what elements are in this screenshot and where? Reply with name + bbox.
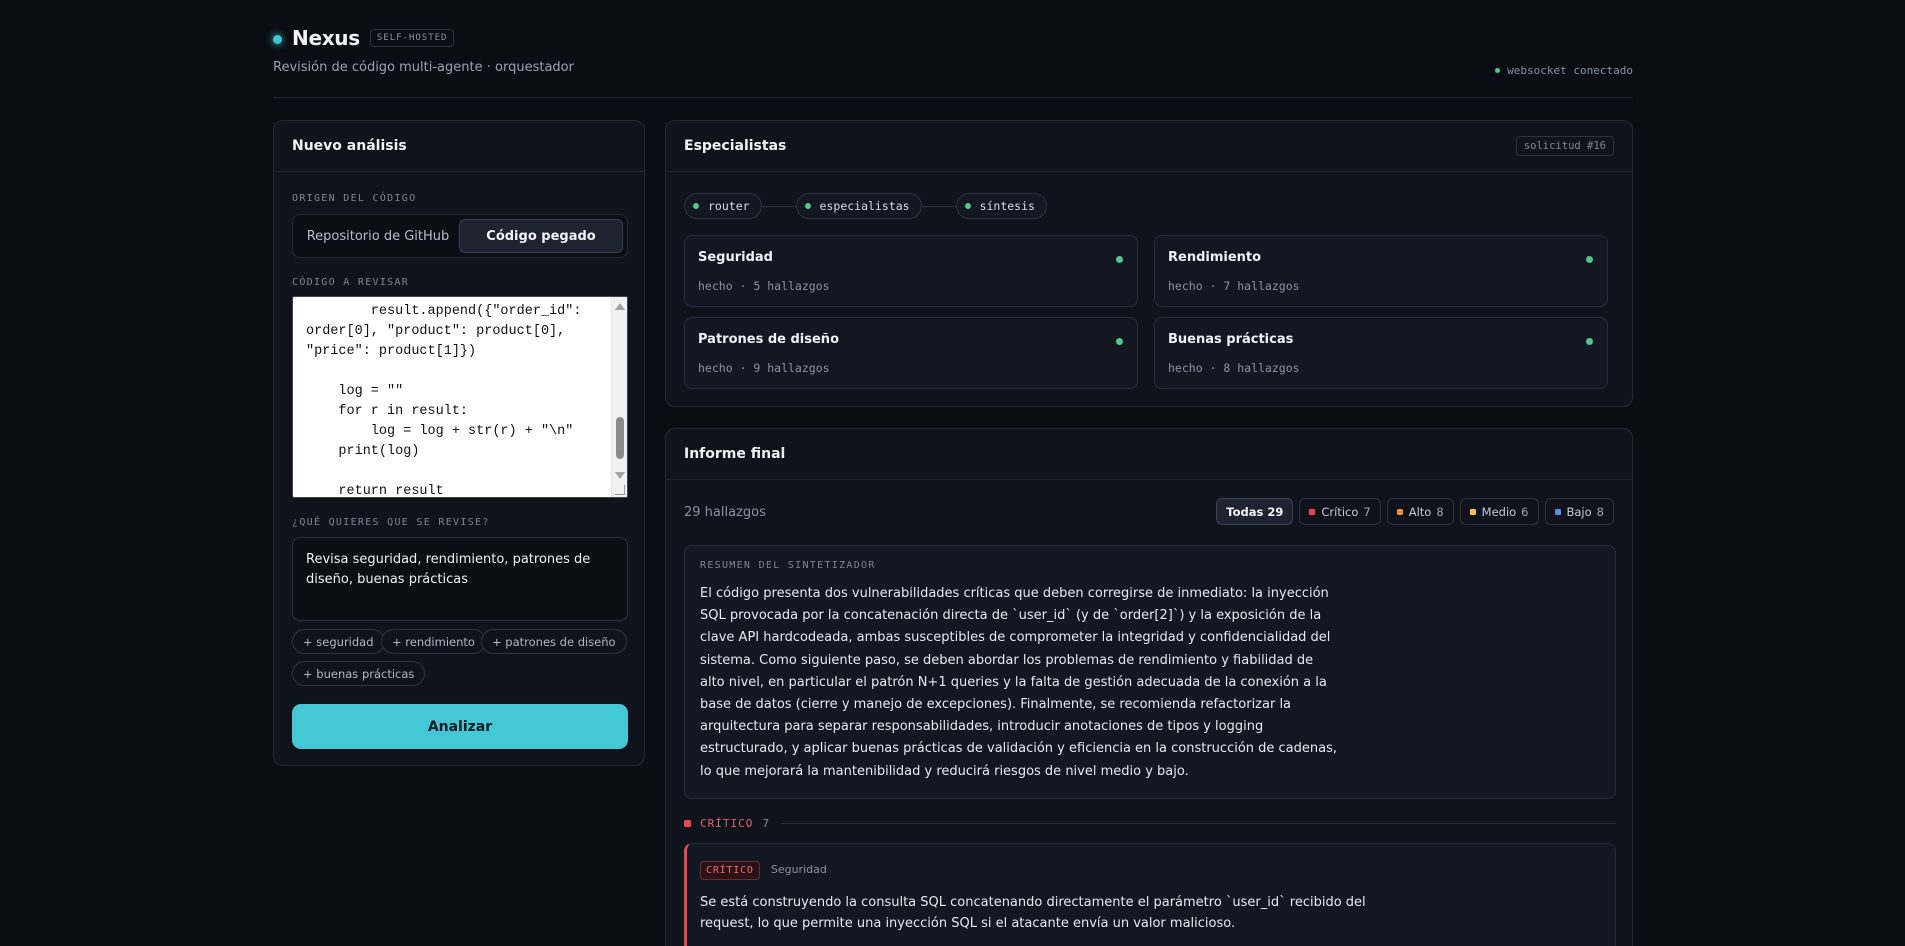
finding-category: Seguridad — [770, 863, 827, 876]
pipeline-step-label: router — [708, 199, 750, 213]
specialist-name: Patrones de diseño — [698, 332, 839, 347]
done-dot-icon — [964, 203, 971, 209]
pipeline-step-router: router — [684, 193, 762, 219]
specialist-card-rendimiento[interactable]: Rendimiento hecho · 7 hallazgos — [1154, 235, 1608, 307]
final-report-title: Informe final — [684, 446, 786, 462]
chip-seguridad[interactable]: + seguridad — [292, 629, 385, 654]
filter-critical-button[interactable]: Crítico 7 — [1299, 498, 1381, 525]
resize-handle-icon[interactable] — [615, 485, 625, 495]
done-dot-icon — [1116, 338, 1123, 345]
filter-label: Crítico — [1321, 504, 1359, 519]
summary-label: RESUMEN DEL SINTETIZADOR — [700, 560, 876, 571]
chip-rendimiento[interactable]: + rendimiento — [381, 629, 486, 654]
high-square-icon — [1396, 508, 1403, 515]
severity-filters: Todas 29 Crítico 7 Alto 8 Medio 6 Bajo 8 — [1216, 498, 1614, 525]
severity-group-critical: CRÍTICO 7 — [684, 817, 1616, 830]
analyze-button[interactable]: Analizar — [292, 704, 628, 749]
filter-count: 6 — [1521, 504, 1529, 519]
done-dot-icon — [1586, 338, 1593, 345]
specialist-status: hecho · 7 hallazgos — [1168, 279, 1300, 293]
specialists-title: Especialistas — [684, 138, 787, 154]
synthesizer-summary: RESUMEN DEL SINTETIZADOR El código prese… — [684, 545, 1616, 799]
done-dot-icon — [1116, 256, 1123, 263]
filter-count: 7 — [1363, 504, 1371, 519]
chip-patrones-diseno[interactable]: + patrones de diseño — [481, 629, 627, 654]
divider — [780, 823, 1616, 824]
connection-dot-icon — [1495, 68, 1501, 73]
app-name: Nexus — [292, 26, 360, 50]
new-analysis-title: Nuevo análisis — [292, 138, 407, 154]
severity-group-count: 7 — [762, 817, 769, 830]
pipeline-connector — [919, 205, 958, 207]
filter-label: Todas — [1226, 504, 1264, 519]
specialist-status: hecho · 5 hallazgos — [698, 279, 830, 293]
request-id-tag: solicitud #16 — [1515, 136, 1614, 156]
summary-text: El código presenta dos vulnerabilidades … — [700, 586, 1338, 779]
medium-square-icon — [1469, 508, 1476, 515]
done-dot-icon — [1586, 256, 1593, 263]
filter-count: 8 — [1436, 504, 1444, 519]
app-header: Nexus SELF-HOSTED Revisión de código mul… — [273, 26, 1633, 98]
source-label: ORIGEN DEL CÓDIGO — [292, 193, 417, 204]
filter-count: 29 — [1267, 504, 1284, 519]
source-toggle: Repositorio de GitHub Código pegado — [292, 214, 628, 258]
finding-description: Se está construyendo la consulta SQL con… — [700, 895, 1366, 931]
filter-label: Medio — [1481, 504, 1517, 519]
request-label: ¿QUÉ QUIERES QUE SE REVISE? — [292, 517, 490, 528]
scroll-down-icon[interactable] — [615, 472, 625, 479]
filter-count: 8 — [1596, 504, 1604, 519]
specialist-card-patrones[interactable]: Patrones de diseño hecho · 9 hallazgos — [684, 317, 1138, 389]
finding-card[interactable]: CRÍTICO Seguridad Se está construyendo l… — [684, 843, 1616, 946]
scroll-up-icon[interactable] — [615, 303, 625, 310]
severity-group-label: CRÍTICO — [700, 817, 754, 830]
filter-low-button[interactable]: Bajo 8 — [1544, 498, 1614, 525]
final-report-panel: Informe final 29 hallazgos Todas 29 Crít… — [665, 428, 1633, 946]
pipeline-connector — [759, 205, 798, 207]
status-dot-icon — [273, 34, 282, 44]
pipeline-step-especialistas: especialistas — [795, 193, 922, 219]
critical-square-icon — [1309, 508, 1316, 515]
source-github-button[interactable]: Repositorio de GitHub — [297, 219, 459, 253]
done-dot-icon — [804, 203, 811, 209]
critical-square-icon — [684, 820, 691, 827]
code-label: CÓDIGO A REVISAR — [292, 277, 410, 288]
specialist-card-seguridad[interactable]: Seguridad hecho · 5 hallazgos — [684, 235, 1138, 307]
pipeline-step-label: síntesis — [979, 199, 1035, 213]
filter-high-button[interactable]: Alto 8 — [1386, 498, 1454, 525]
websocket-status: websocket conectado — [1495, 64, 1633, 77]
filter-label: Alto — [1408, 504, 1432, 519]
severity-badge: CRÍTICO — [700, 861, 760, 880]
review-request-input[interactable]: Revisa seguridad, rendimiento, patrones … — [292, 537, 628, 621]
scroll-thumb[interactable] — [616, 417, 624, 459]
specialist-name: Rendimiento — [1168, 250, 1262, 265]
app-subtitle: Revisión de código multi-agente · orques… — [273, 60, 574, 75]
source-pasted-button[interactable]: Código pegado — [459, 219, 623, 253]
specialist-status: hecho · 8 hallazgos — [1168, 361, 1300, 375]
code-scrollbar[interactable] — [611, 297, 627, 497]
filter-label: Bajo — [1566, 504, 1592, 519]
specialists-panel: Especialistas solicitud #16 router espec… — [665, 120, 1633, 407]
self-hosted-tag: SELF-HOSTED — [369, 29, 455, 47]
chip-buenas-practicas[interactable]: + buenas prácticas — [292, 661, 426, 686]
specialist-name: Seguridad — [698, 250, 773, 265]
pipeline: router especialistas síntesis — [684, 193, 1047, 219]
findings-count: 29 hallazgos — [684, 505, 766, 520]
code-content: result.append({"order_id": order[0], "pr… — [306, 304, 582, 498]
done-dot-icon — [693, 203, 699, 209]
new-analysis-panel: Nuevo análisis ORIGEN DEL CÓDIGO Reposit… — [273, 120, 645, 766]
pipeline-step-label: especialistas — [819, 199, 910, 213]
websocket-status-label: websocket conectado — [1507, 64, 1633, 77]
pipeline-step-sintesis: síntesis — [955, 193, 1047, 219]
brand: Nexus SELF-HOSTED — [273, 26, 1633, 50]
specialist-card-buenas-practicas[interactable]: Buenas prácticas hecho · 8 hallazgos — [1154, 317, 1608, 389]
low-square-icon — [1554, 508, 1561, 515]
specialist-name: Buenas prácticas — [1168, 332, 1294, 347]
code-textarea[interactable]: result.append({"order_id": order[0], "pr… — [292, 296, 628, 498]
filter-medium-button[interactable]: Medio 6 — [1459, 498, 1539, 525]
specialist-status: hecho · 9 hallazgos — [698, 361, 830, 375]
filter-all-button[interactable]: Todas 29 — [1216, 498, 1294, 525]
